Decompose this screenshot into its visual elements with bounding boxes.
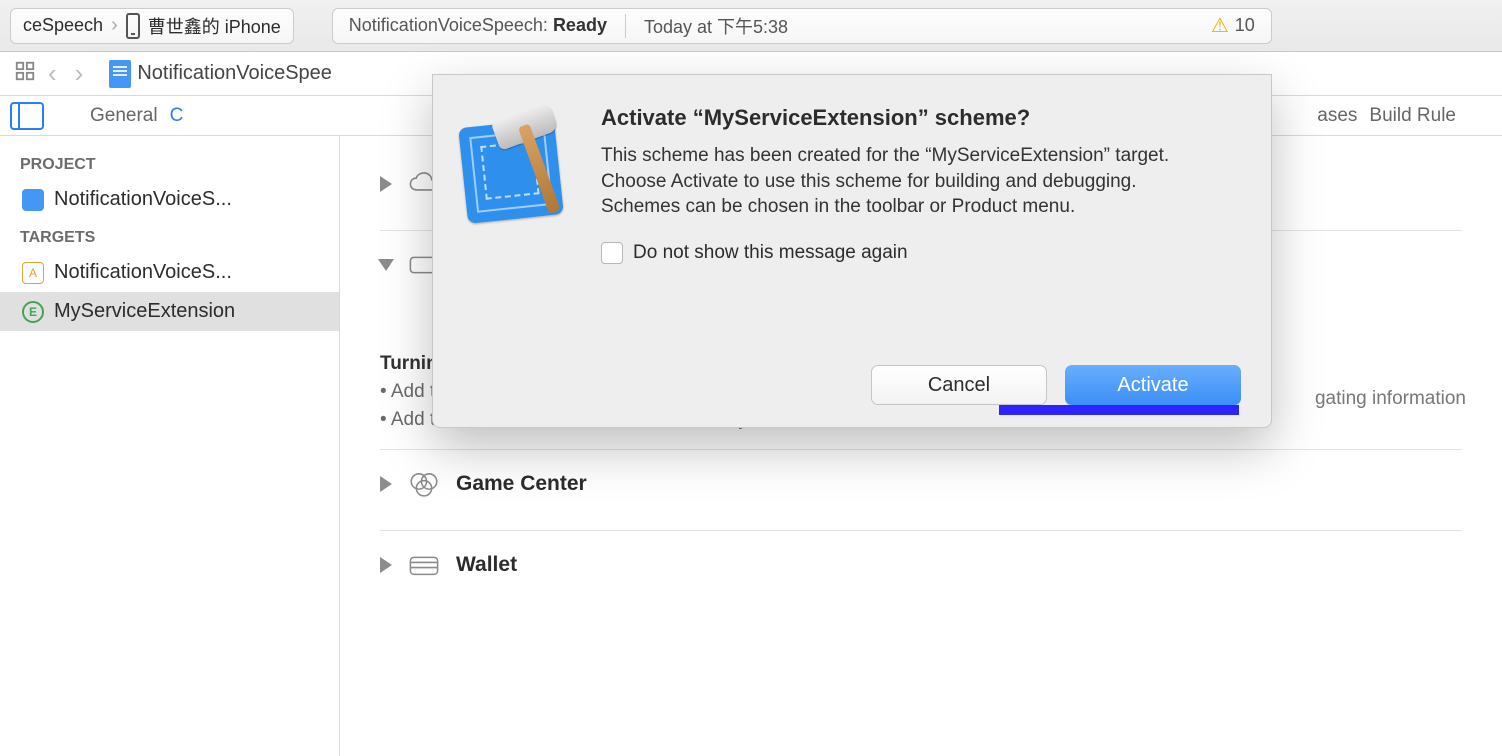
divider bbox=[380, 530, 1462, 531]
status-project: NotificationVoiceSpeech: bbox=[349, 15, 548, 35]
tab-general[interactable]: General bbox=[84, 99, 164, 133]
extension-target-icon: E bbox=[22, 301, 44, 323]
capability-label: Game Center bbox=[456, 472, 587, 496]
sidebar-target-app-label: NotificationVoiceS... bbox=[54, 261, 232, 284]
warning-count: 10 bbox=[1235, 15, 1255, 36]
outline-toggle-icon[interactable] bbox=[10, 102, 44, 130]
xcode-app-icon bbox=[453, 103, 583, 233]
capability-label: Wallet bbox=[456, 553, 517, 577]
sidebar-project-item[interactable]: NotificationVoiceS... bbox=[0, 180, 339, 219]
sidebar-target-app[interactable]: A NotificationVoiceS... bbox=[0, 253, 339, 292]
tab-build-phases-partial[interactable]: ases bbox=[1311, 99, 1363, 133]
scheme-selector[interactable]: ceSpeech › 曹世鑫的 iPhone bbox=[10, 8, 294, 44]
device-name: 曹世鑫的 iPhone bbox=[148, 13, 281, 39]
iphone-icon bbox=[126, 13, 140, 39]
capability-wallet[interactable]: Wallet bbox=[380, 537, 1462, 593]
separator bbox=[625, 14, 626, 38]
game-center-icon bbox=[406, 466, 442, 502]
status-time: Today at 下午5:38 bbox=[644, 13, 788, 39]
dialog-body-text: This scheme has been created for the “My… bbox=[601, 143, 1181, 220]
wallet-icon bbox=[406, 547, 442, 583]
sidebar-project-label: NotificationVoiceS... bbox=[54, 188, 232, 211]
breadcrumb[interactable]: NotificationVoiceSpee bbox=[137, 62, 332, 85]
disclosure-icon[interactable] bbox=[380, 476, 392, 492]
truncated-text: gating information bbox=[1315, 388, 1466, 410]
project-icon bbox=[22, 189, 44, 211]
sidebar-target-ext-label: MyServiceExtension bbox=[54, 300, 235, 323]
cancel-button[interactable]: Cancel bbox=[871, 365, 1047, 405]
status-state: Ready bbox=[553, 15, 607, 35]
disclosure-icon[interactable] bbox=[378, 259, 394, 271]
sidebar-target-extension[interactable]: E MyServiceExtension bbox=[0, 292, 339, 331]
capability-game-center[interactable]: Game Center bbox=[380, 456, 1462, 512]
dont-show-again-row[interactable]: Do not show this message again bbox=[601, 242, 1241, 264]
divider bbox=[380, 449, 1462, 450]
app-target-icon: A bbox=[22, 262, 44, 284]
forward-arrow-icon[interactable]: › bbox=[69, 58, 90, 89]
warning-indicator[interactable]: ⚠︎ 10 bbox=[1211, 13, 1255, 38]
project-sidebar: PROJECT NotificationVoiceS... TARGETS A … bbox=[0, 136, 340, 756]
dialog-title: Activate “MyServiceExtension” scheme? bbox=[601, 105, 1241, 131]
activate-button[interactable]: Activate bbox=[1065, 365, 1241, 405]
disclosure-icon[interactable] bbox=[380, 557, 392, 573]
activate-scheme-dialog: Activate “MyServiceExtension” scheme? Th… bbox=[432, 74, 1272, 428]
tab-build-rules[interactable]: Build Rule bbox=[1363, 99, 1462, 133]
project-file-icon bbox=[109, 60, 131, 88]
activity-viewer[interactable]: NotificationVoiceSpeech: Ready Today at … bbox=[332, 8, 1272, 44]
checkbox-label: Do not show this message again bbox=[633, 242, 908, 264]
warning-icon: ⚠︎ bbox=[1211, 13, 1229, 38]
scheme-name: ceSpeech bbox=[23, 15, 103, 36]
back-arrow-icon[interactable]: ‹ bbox=[42, 58, 63, 89]
focus-indicator bbox=[999, 405, 1239, 415]
chevron-right-icon: › bbox=[111, 14, 118, 37]
related-items-icon[interactable] bbox=[14, 60, 36, 87]
checkbox[interactable] bbox=[601, 242, 623, 264]
toolbar: ceSpeech › 曹世鑫的 iPhone NotificationVoice… bbox=[0, 0, 1502, 52]
sidebar-header-project: PROJECT bbox=[0, 146, 339, 180]
sidebar-header-targets: TARGETS bbox=[0, 219, 339, 253]
disclosure-icon[interactable] bbox=[380, 176, 392, 192]
tab-capabilities-partial[interactable]: C bbox=[164, 99, 190, 133]
